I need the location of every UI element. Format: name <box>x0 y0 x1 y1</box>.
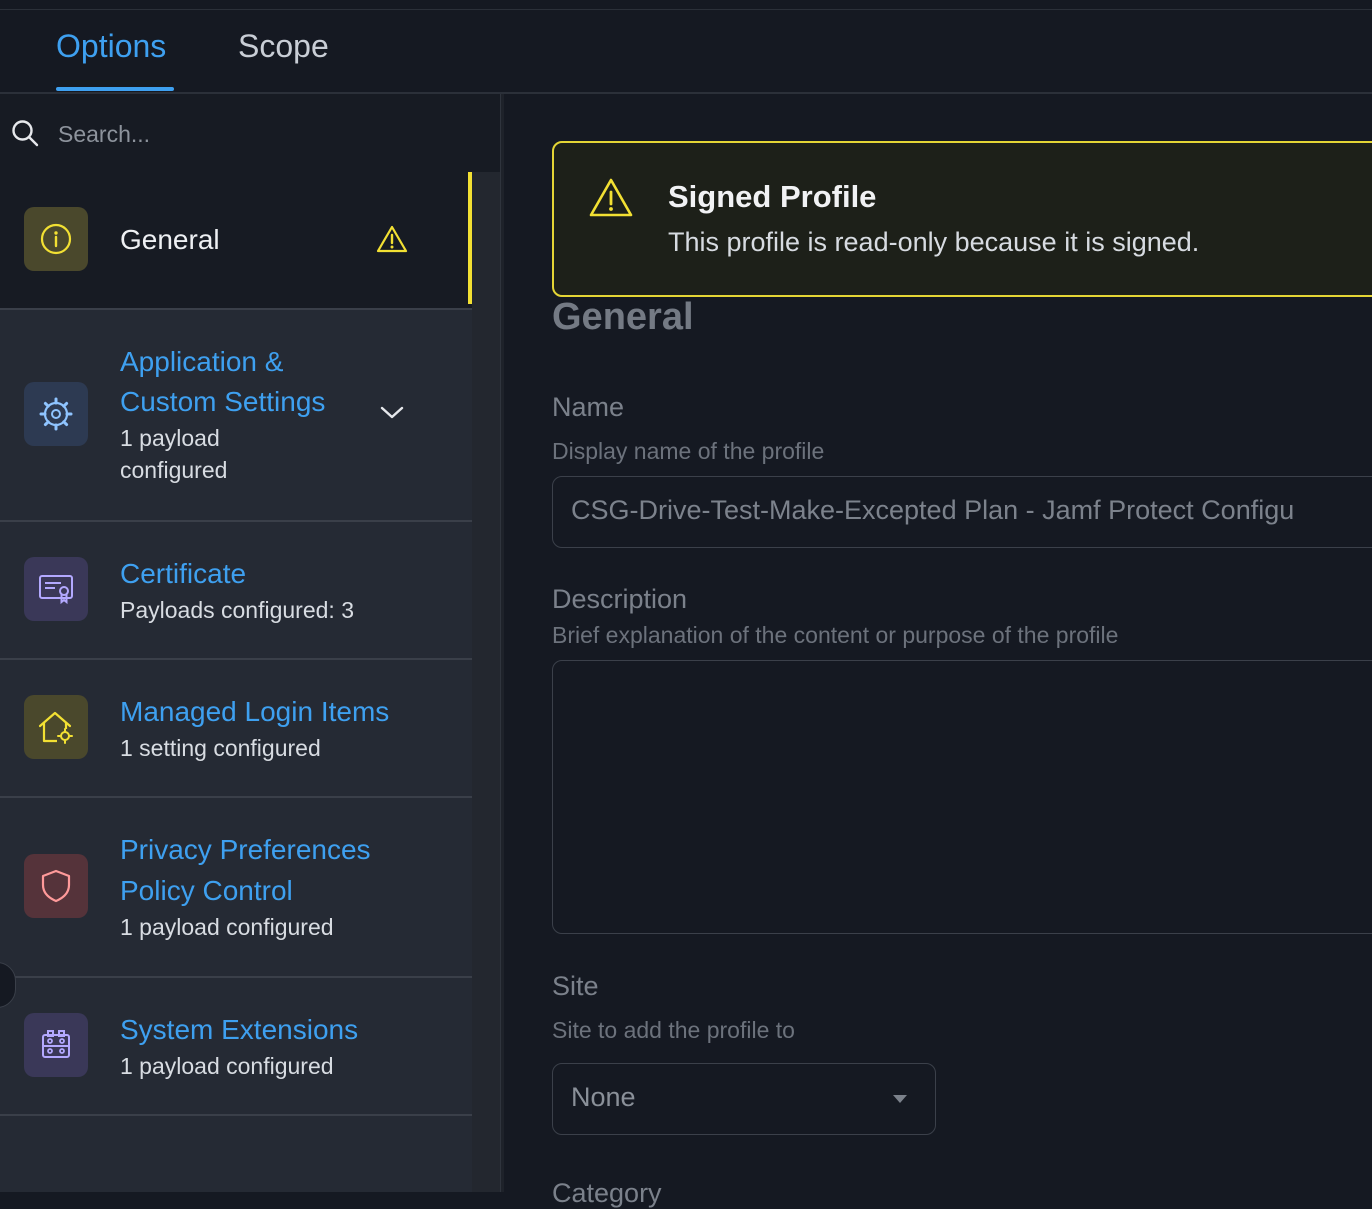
general-icon-box <box>24 207 88 271</box>
sidebar-item-subtitle: 1 payload configured <box>120 1053 334 1079</box>
name-field[interactable]: CSG-Drive-Test-Make-Excepted Plan - Jamf… <box>552 476 1372 548</box>
login-items-icon-box <box>24 695 88 759</box>
site-select-value: None <box>571 1082 636 1112</box>
tab-bar: Options Scope <box>0 10 1372 94</box>
sidebar-item-label: System Extensions <box>120 1014 359 1045</box>
alert-title: Signed Profile <box>668 179 877 214</box>
gear-icon <box>39 397 73 431</box>
chevron-down-icon[interactable] <box>378 402 406 422</box>
search-bar <box>0 94 502 172</box>
sidebar-item-label: Policy Control <box>120 875 293 906</box>
description-field[interactable] <box>552 660 1372 934</box>
sidebar-item-subtitle: 1 setting configured <box>120 735 321 761</box>
window-top-border <box>0 0 1372 10</box>
sidebar-item-label: Application & <box>120 346 284 377</box>
sidebar-item-label: Custom Settings <box>120 386 326 417</box>
search-icon <box>12 120 39 147</box>
privacy-icon-box <box>24 854 88 918</box>
sidebar-item-application-custom-settings[interactable]: Application & Custom Settings 1 payload … <box>0 308 472 522</box>
warning-icon <box>376 225 408 253</box>
tab-options[interactable]: Options <box>56 28 166 65</box>
sidebar-item-privacy-preferences[interactable]: Privacy Preferences Policy Control 1 pay… <box>0 796 472 978</box>
shield-icon <box>41 869 71 903</box>
sidebar-scrollbar[interactable] <box>472 172 500 1192</box>
sidebar-item-subtitle: 1 payload <box>120 425 220 451</box>
sidebar-item-system-extensions[interactable]: System Extensions 1 payload configured <box>0 976 472 1116</box>
certificate-icon-box <box>24 557 88 621</box>
payload-sidebar: General <box>0 94 502 1192</box>
sidebar-item-label: Certificate <box>120 558 247 589</box>
name-hint: Display name of the profile <box>552 438 825 464</box>
name-field-value: CSG-Drive-Test-Make-Excepted Plan - Jamf… <box>571 495 1295 525</box>
description-label: Description <box>552 584 688 614</box>
extension-icon <box>42 1030 70 1058</box>
sidebar-item-managed-login-items[interactable]: Managed Login Items 1 setting configured <box>0 658 472 798</box>
site-label: Site <box>552 971 599 1001</box>
sidebar-item-subtitle: Payloads configured: 3 <box>120 597 354 623</box>
sidebar-item-subtitle: configured <box>120 457 228 483</box>
main-content: Signed Profile This profile is read-only… <box>504 94 1372 1208</box>
sidebar-item-label: General <box>120 224 220 255</box>
site-hint: Site to add the profile to <box>552 1017 795 1043</box>
sidebar-item-label: Privacy Preferences <box>120 834 371 865</box>
warning-icon <box>589 178 633 217</box>
certificate-icon <box>39 575 73 605</box>
sidebar-item-label: Managed Login Items <box>120 696 390 727</box>
alert-message: This profile is read-only because it is … <box>668 227 1200 257</box>
sidebar-item-subtitle: 1 payload configured <box>120 914 334 940</box>
app-settings-icon-box <box>24 382 88 446</box>
sidebar-item-certificate[interactable]: Certificate Payloads configured: 3 <box>0 520 472 660</box>
category-label: Category <box>552 1178 662 1208</box>
signed-profile-alert: Signed Profile This profile is read-only… <box>552 141 1372 297</box>
search-input[interactable] <box>56 114 480 154</box>
section-heading: General <box>552 296 694 338</box>
dropdown-arrow-icon <box>893 1095 907 1103</box>
home-gear-icon <box>38 711 73 744</box>
description-hint: Brief explanation of the content or purp… <box>552 622 1119 648</box>
sidebar-item-general[interactable]: General <box>0 172 472 310</box>
name-label: Name <box>552 392 625 422</box>
site-select[interactable]: None <box>552 1063 936 1135</box>
info-icon <box>40 223 72 255</box>
extensions-icon-box <box>24 1013 88 1077</box>
active-tab-indicator <box>56 87 174 91</box>
tab-scope[interactable]: Scope <box>238 28 329 65</box>
